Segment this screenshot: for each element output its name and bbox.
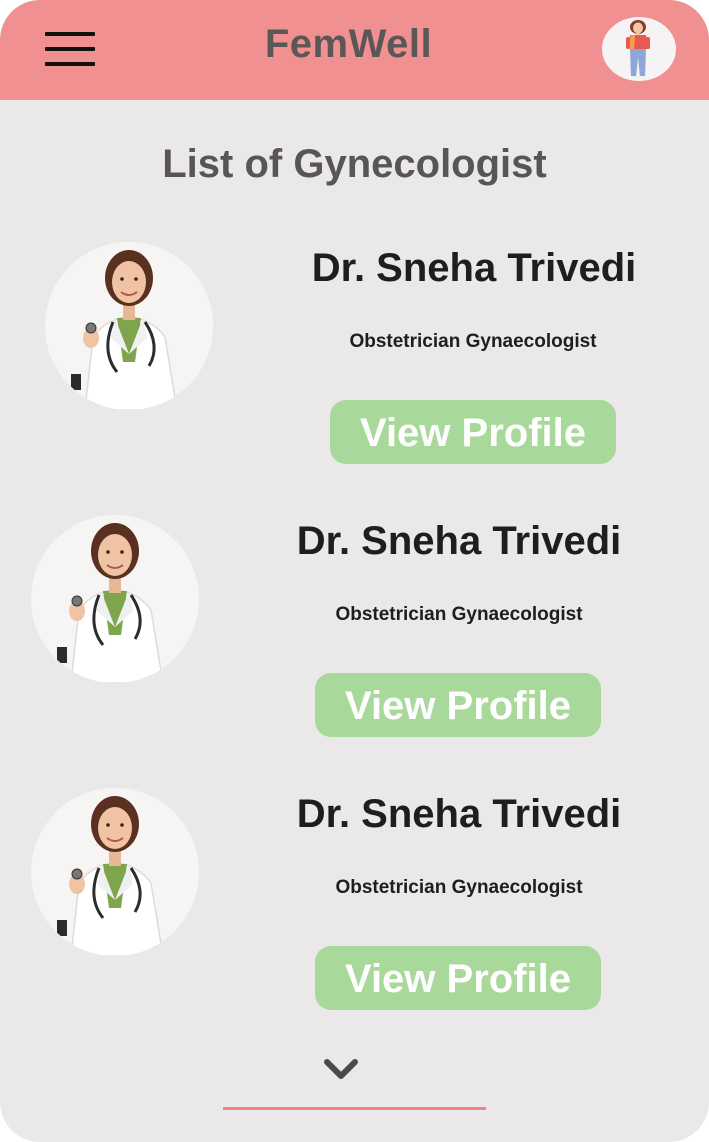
doctor-specialty: Obstetrician Gynaecologist (349, 331, 597, 352)
doctor-photo[interactable] (31, 788, 199, 956)
doctor-card: Dr. Sneha Trivedi Obstetrician Gynaecolo… (0, 230, 709, 470)
doctor-photo[interactable] (31, 515, 199, 683)
doctor-portrait-image (45, 242, 213, 410)
doctor-portrait-image (31, 515, 199, 683)
doctor-card: Dr. Sneha Trivedi Obstetrician Gynaecolo… (0, 776, 709, 1016)
doctor-name: Dr. Sneha Trivedi (311, 246, 637, 290)
home-indicator-line (223, 1107, 486, 1110)
doctor-name: Dr. Sneha Trivedi (296, 792, 622, 836)
doctor-photo[interactable] (45, 242, 213, 410)
view-profile-button[interactable]: View Profile (315, 673, 601, 737)
user-avatar[interactable] (602, 17, 676, 81)
chevron-down-icon[interactable] (323, 1056, 359, 1082)
doctor-card: Dr. Sneha Trivedi Obstetrician Gynaecolo… (0, 503, 709, 743)
doctor-specialty: Obstetrician Gynaecologist (335, 604, 583, 625)
view-profile-button[interactable]: View Profile (315, 946, 601, 1010)
doctor-specialty: Obstetrician Gynaecologist (335, 877, 583, 898)
app-screen: FemWell List of Gynecologist Dr. Sneha T… (0, 0, 709, 1142)
app-header: FemWell (0, 0, 709, 100)
user-avatar-illustration (626, 20, 650, 79)
page-title: List of Gynecologist (162, 142, 547, 186)
doctor-name: Dr. Sneha Trivedi (296, 519, 622, 563)
view-profile-button[interactable]: View Profile (330, 400, 616, 464)
doctor-portrait-image (31, 788, 199, 956)
app-title: FemWell (264, 22, 433, 66)
